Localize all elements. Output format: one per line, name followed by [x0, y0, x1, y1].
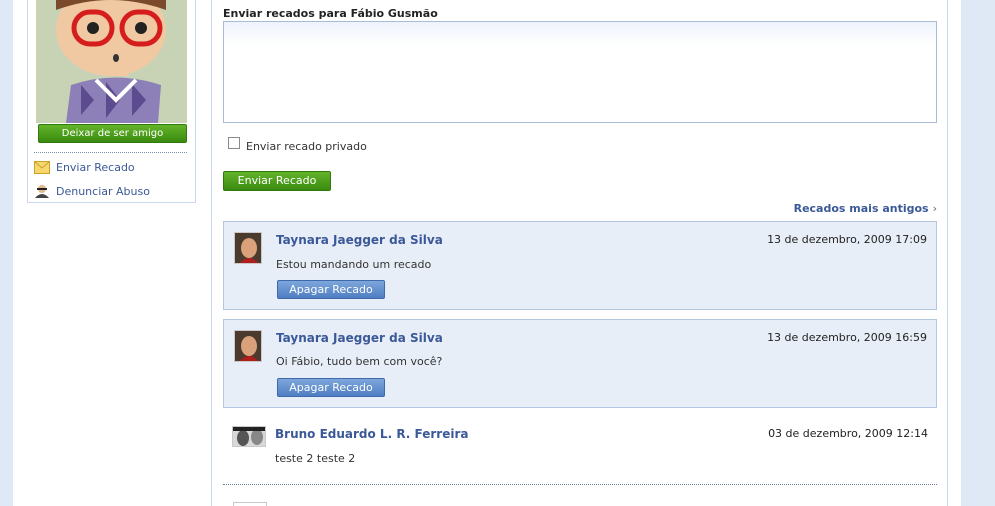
scrap-message: Estou mandando um recado: [276, 258, 432, 271]
author-name-link[interactable]: Taynara Jaegger da Silva: [276, 233, 443, 247]
scrap-message: teste 2 teste 2: [275, 452, 356, 465]
scrap-item: Taynara Jaegger da Silva 13 de dezembro,…: [223, 221, 937, 310]
private-scrap-label: Enviar recado privado: [246, 140, 367, 153]
unfriend-button[interactable]: Deixar de ser amigo: [38, 124, 187, 143]
author-name-link[interactable]: Taynara Jaegger da Silva: [276, 331, 443, 345]
scrap-divider: [223, 484, 937, 485]
send-scrap-button[interactable]: Enviar Recado: [223, 171, 331, 191]
author-avatar[interactable]: [232, 426, 266, 447]
sidebar-divider: [34, 152, 187, 153]
scrap-date: 03 de dezembro, 2009 12:14: [768, 427, 928, 440]
delete-scrap-button[interactable]: Apagar Recado: [277, 280, 385, 299]
envelope-icon: [34, 161, 50, 174]
bandit-icon: [35, 185, 49, 198]
author-avatar[interactable]: [234, 232, 262, 264]
profile-photo[interactable]: [36, 0, 187, 123]
private-scrap-checkbox[interactable]: [228, 137, 240, 149]
page: Deixar de ser amigo Enviar Recado Denunc…: [13, 0, 961, 506]
older-scraps-label: Recados mais antigos: [793, 202, 929, 215]
older-scraps-link[interactable]: Recados mais antigos ›: [794, 202, 937, 215]
scrap-date: 13 de dezembro, 2009 17:09: [767, 233, 927, 246]
report-abuse-label: Denunciar Abuso: [56, 185, 150, 198]
author-avatar[interactable]: [233, 502, 267, 506]
send-scrap-label: Enviar Recado: [56, 161, 135, 174]
chevron-right-icon: ›: [932, 202, 937, 215]
scrap-textarea[interactable]: [223, 21, 937, 123]
profile-sidebar: Deixar de ser amigo Enviar Recado Denunc…: [27, 0, 196, 203]
scrap-date: 13 de dezembro, 2009 16:59: [767, 331, 927, 344]
author-avatar[interactable]: [234, 330, 262, 362]
scrapbook-main: Enviar recados para Fábio Gusmão Enviar …: [211, 0, 948, 506]
scrap-message: Oi Fábio, tudo bem com você?: [276, 355, 443, 368]
scrap-item: Taynara Jaegger da Silva 13 de dezembro,…: [223, 319, 937, 408]
delete-scrap-button[interactable]: Apagar Recado: [277, 378, 385, 397]
compose-heading: Enviar recados para Fábio Gusmão: [223, 7, 438, 20]
author-name-link[interactable]: Bruno Eduardo L. R. Ferreira: [275, 427, 468, 441]
scrap-item: Bruno Eduardo L. R. Ferreira 03 de dezem…: [223, 418, 937, 478]
